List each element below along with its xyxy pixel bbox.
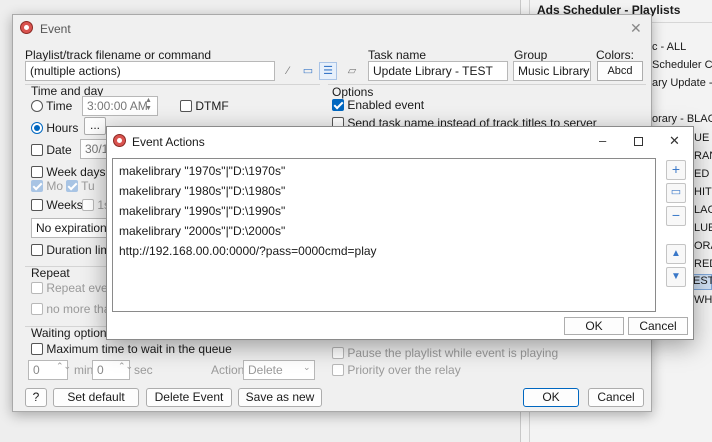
date-label: Date	[46, 143, 72, 157]
priority-relay-checkbox[interactable]: Priority over the relay	[332, 363, 461, 377]
hours-button[interactable]: ...	[84, 117, 106, 135]
date-checkbox[interactable]: Date	[31, 143, 72, 157]
dtmf-label: DTMF	[195, 99, 229, 113]
no-more-than-checkbox[interactable]: no more than	[31, 302, 117, 316]
options-header: Options	[332, 85, 374, 99]
event-dialog-title: Event	[40, 22, 71, 36]
enabled-event-label: Enabled event	[347, 98, 425, 112]
event-actions-title: Event Actions	[132, 135, 205, 149]
min-label: min	[74, 363, 94, 377]
action-item[interactable]: makelibrary "2000s"|"D:\2000s"	[119, 221, 649, 241]
task-name-label: Task name	[368, 48, 427, 62]
tuesday-checkbox[interactable]: Tu	[66, 179, 95, 193]
minimize-icon[interactable]: –	[599, 133, 606, 148]
monday-checkbox[interactable]: Mo	[31, 179, 63, 193]
colors-label: Colors:	[596, 48, 635, 62]
browse-icon[interactable]: ▭	[299, 62, 317, 80]
action-item[interactable]: makelibrary "1970s"|"D:\1970s"	[119, 161, 649, 181]
options-group	[328, 84, 646, 85]
time-radio[interactable]: Time	[31, 99, 72, 113]
maximize-icon[interactable]	[634, 137, 643, 146]
background-item[interactable]: ary Update -	[652, 77, 712, 89]
background-item[interactable]: RAN	[694, 150, 712, 162]
priority-relay-label: Priority over the relay	[347, 363, 461, 377]
actions-app-icon	[113, 134, 126, 150]
move-down-icon[interactable]: ▼	[666, 267, 686, 287]
edit-action-icon[interactable]: ▭	[666, 183, 686, 203]
hours-label: Hours	[46, 121, 79, 135]
actions-close-icon[interactable]: ✕	[669, 133, 680, 149]
delete-event-button[interactable]: Delete Event	[146, 388, 232, 407]
repeat-every-checkbox[interactable]: Repeat every	[31, 281, 118, 295]
enabled-event-checkbox[interactable]: Enabled event	[332, 98, 424, 112]
actions-list[interactable]: makelibrary "1970s"|"D:\1970s" makelibra…	[112, 158, 656, 312]
colors-button[interactable]: Abcd	[597, 61, 643, 81]
remove-action-icon[interactable]: −	[666, 206, 686, 226]
add-action-icon[interactable]: +	[666, 160, 686, 180]
monday-label: Mo	[46, 179, 64, 193]
action-chevron-icon: ⌄	[303, 362, 311, 372]
weekdays-checkbox[interactable]: Week days	[31, 165, 105, 179]
disabled-action-icon: ▱	[347, 65, 357, 77]
time-label: Time	[46, 99, 73, 113]
background-item[interactable]: Scheduler Co	[652, 59, 712, 71]
action-item[interactable]: makelibrary "1990s"|"D:\1990s"	[119, 201, 649, 221]
max-wait-checkbox[interactable]: Maximum time to wait in the queue	[31, 342, 232, 356]
background-item[interactable]: ORAI	[694, 240, 712, 252]
group-select[interactable]: Music Library	[513, 61, 591, 81]
background-item[interactable]: orary - BLACK	[652, 113, 712, 125]
help-button[interactable]: ?	[25, 388, 47, 407]
sec-label: sec	[134, 363, 153, 377]
actions-ok-button[interactable]: OK	[564, 317, 624, 335]
event-close-icon[interactable]: ✕	[630, 20, 642, 37]
action-item[interactable]: http://192.168.00.00:0000/?pass=0000cmd=…	[119, 241, 649, 261]
chevron-down-icon: ⌄	[581, 64, 589, 74]
set-default-button[interactable]: Set default	[53, 388, 139, 407]
list-icon[interactable]: ☰	[319, 62, 337, 80]
group-label: Group	[514, 48, 548, 62]
min-spinner-icon[interactable]: ⌃⌄	[56, 361, 71, 372]
waiting-header: Waiting options	[31, 326, 113, 340]
playlist-field[interactable]: (multiple actions)	[25, 61, 275, 81]
background-item[interactable]: LUE	[694, 222, 712, 234]
background-item[interactable]: WHIT	[694, 294, 712, 306]
background-item-selected[interactable]: EST	[692, 274, 712, 290]
app-icon	[20, 21, 33, 37]
background-item[interactable]: c - ALL	[652, 41, 686, 53]
ok-button[interactable]: OK	[523, 388, 579, 407]
max-wait-label: Maximum time to wait in the queue	[46, 342, 232, 356]
background-item[interactable]: HITE	[694, 186, 712, 198]
action-item[interactable]: makelibrary "1980s"|"D:\1980s"	[119, 181, 649, 201]
background-item[interactable]: LAC	[694, 204, 712, 216]
background-item[interactable]: UE	[694, 132, 709, 144]
group-value: Music Library	[518, 64, 590, 78]
task-name-field[interactable]: Update Library - TEST	[368, 61, 508, 81]
pause-playlist-label: Pause the playlist while event is playin…	[347, 346, 559, 360]
playlist-label: Playlist/track filename or command	[25, 48, 212, 62]
dtmf-checkbox[interactable]: DTMF	[180, 99, 229, 113]
weeks-checkbox[interactable]: Weeks	[31, 198, 83, 212]
pause-playlist-checkbox[interactable]: Pause the playlist while event is playin…	[332, 346, 558, 360]
background-item[interactable]: ED	[694, 168, 709, 180]
expiration-select[interactable]: No expiration	[31, 218, 111, 238]
sec-spinner-icon[interactable]: ⌃⌄	[118, 361, 133, 372]
tuesday-label: Tu	[81, 179, 95, 193]
move-up-icon[interactable]: ▲	[666, 244, 686, 264]
actions-cancel-button[interactable]: Cancel	[628, 317, 688, 335]
save-as-new-button[interactable]: Save as new	[238, 388, 322, 407]
time-spinner-icon[interactable]: ▲ ▼	[145, 97, 152, 113]
cancel-button[interactable]: Cancel	[588, 388, 644, 407]
weekdays-label: Week days	[46, 165, 106, 179]
weeks-label: Weeks	[46, 198, 83, 212]
edit-icon[interactable]: ⁄	[279, 62, 297, 80]
duration-limit-checkbox[interactable]: Duration limit	[31, 243, 116, 257]
action-label: Action	[211, 363, 245, 377]
hours-radio[interactable]: Hours	[31, 121, 78, 135]
background-item[interactable]: RED	[694, 258, 712, 270]
repeat-header: Repeat	[31, 266, 70, 280]
